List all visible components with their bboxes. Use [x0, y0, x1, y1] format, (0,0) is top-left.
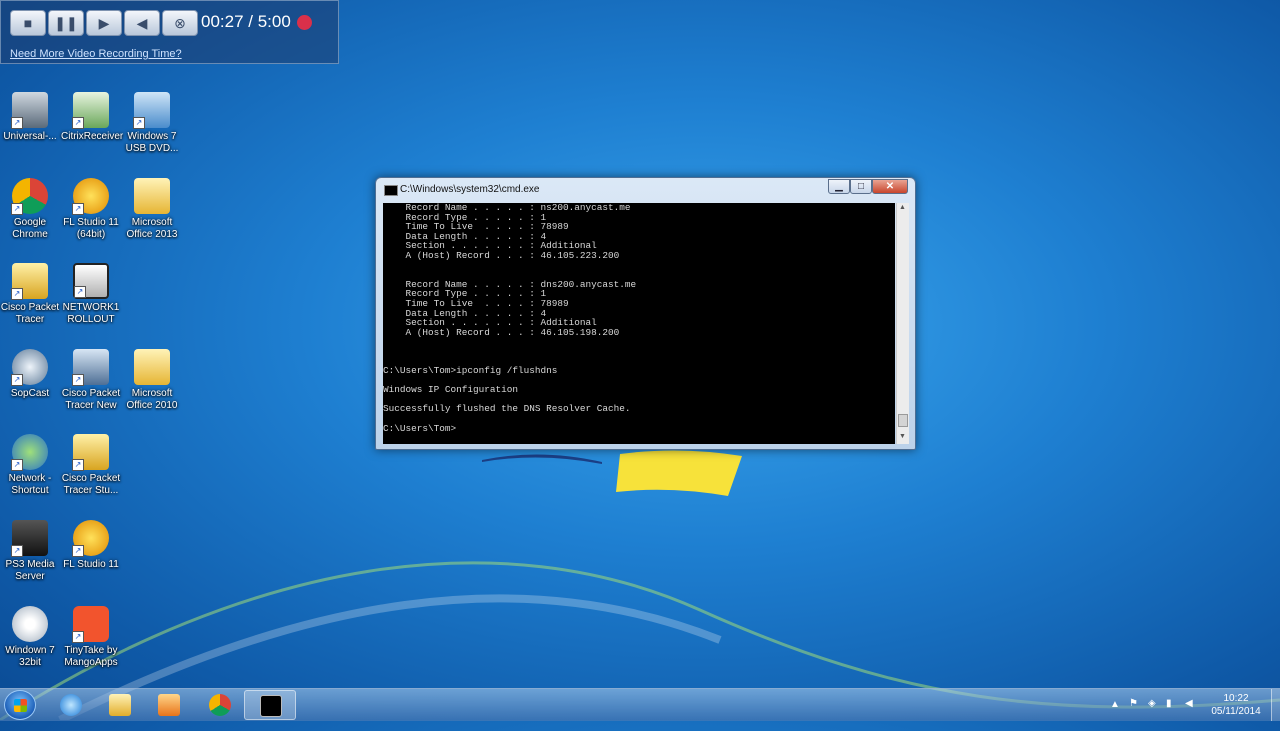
computer-icon: ↗	[11, 92, 48, 129]
taskbar-ie[interactable]	[45, 690, 97, 720]
desktop-icon-office-2010[interactable]: Microsoft Office 2010	[122, 349, 182, 412]
taskbar-media-player[interactable]	[143, 690, 195, 720]
desktop-icon-network-shortcut[interactable]: ↗ Network - Shortcut	[0, 434, 60, 497]
usb-dvd-icon: ↗	[133, 92, 170, 129]
network-icon: ↗	[11, 434, 48, 471]
tinytake-icon: ↗	[72, 606, 109, 643]
packet-tracer-icon: ↗	[11, 263, 48, 300]
desktop-icon-packet-tracer-student[interactable]: ↗ Cisco Packet Tracer Stu...	[61, 434, 121, 497]
scrollbar-thumb[interactable]	[898, 414, 908, 427]
desktop-icon-usb-dvd[interactable]: ↗ Windows 7 USB DVD...	[122, 92, 182, 155]
maximize-button[interactable]: □	[850, 179, 872, 194]
desktop-icon-office-2013[interactable]: Microsoft Office 2013	[122, 178, 182, 241]
console-line: Successfully flushed the DNS Resolver Ca…	[383, 403, 631, 415]
security-tray-icon[interactable]: ◈	[1148, 698, 1156, 730]
console-line: A (Host) Record . . . : 46.105.223.200	[383, 249, 620, 261]
cmd-window-icon	[384, 185, 398, 196]
taskbar: ▲ ⚑ ◈ ▮ ◀ 10:22 05/11/2014	[0, 688, 1280, 721]
desktop-icon-network1-rollout[interactable]: ↗ NETWORK1 ROLLOUT	[61, 263, 121, 326]
recorder-toolbar: ■ ❚❚ ▶ ◀ ⊗ 00:27 / 5:00 Need More Video …	[0, 0, 339, 64]
desktop-icon-packet-tracer[interactable]: ↗ Cisco Packet Tracer	[0, 263, 60, 326]
stop-icon[interactable]: ■	[10, 10, 46, 36]
recording-indicator	[297, 15, 312, 30]
packet-tracer-icon: ↗	[72, 434, 109, 471]
cmd-window-title: C:\Windows\system32\cmd.exe	[400, 184, 540, 195]
fl-studio-icon: ↗	[72, 178, 109, 215]
play-icon[interactable]: ▶	[86, 10, 122, 36]
ps3-icon: ↗	[11, 520, 48, 557]
packet-tracer-icon: ↗	[72, 349, 109, 386]
taskbar-clock[interactable]: 10:22 05/11/2014	[1204, 692, 1268, 718]
console-scrollbar[interactable]: ▲ ▼	[896, 203, 909, 444]
desktop-icon-fl-studio-64[interactable]: ↗ FL Studio 11 (64bit)	[61, 178, 121, 241]
desktop-icon-packet-tracer-new[interactable]: ↗ Cisco Packet Tracer New	[61, 349, 121, 412]
desktop-icon-fl-studio[interactable]: ↗ FL Studio 11	[61, 520, 121, 571]
flag-tray-icon[interactable]: ⚑	[1129, 698, 1138, 730]
desktop-icon-sopcast[interactable]: ↗ SopCast	[0, 349, 60, 400]
close-button[interactable]: ✕	[872, 179, 908, 194]
volume-icon[interactable]: ◀	[124, 10, 160, 36]
cancel-icon[interactable]: ⊗	[162, 10, 198, 36]
cmd-window[interactable]: C:\Windows\system32\cmd.exe ▁ □ ✕ Record…	[375, 177, 916, 450]
desktop-icon-windows7-32bit[interactable]: Windown 7 32bit	[0, 606, 60, 669]
taskbar-chrome[interactable]	[194, 690, 246, 720]
network-rollout-icon: ↗	[73, 263, 109, 299]
sopcast-icon: ↗	[11, 349, 48, 386]
recording-timer: 00:27 / 5:00	[201, 12, 291, 31]
scroll-down-icon[interactable]: ▼	[899, 433, 906, 440]
cmd-icon	[260, 695, 282, 717]
console-line: A (Host) Record . . . : 46.105.198.200	[383, 326, 620, 338]
more-time-link[interactable]: Need More Video Recording Time?	[10, 48, 182, 60]
ie-icon	[60, 694, 82, 716]
console-line: Windows IP Configuration	[383, 384, 519, 396]
media-player-icon	[158, 694, 180, 716]
chrome-icon	[209, 694, 231, 716]
citrix-icon: ↗	[72, 92, 109, 129]
folder-icon	[134, 349, 170, 385]
start-button[interactable]	[4, 690, 36, 720]
disc-icon	[12, 606, 48, 642]
network-tray-icon[interactable]: ▮	[1166, 698, 1172, 730]
console-line: C:\Users\Tom>	[383, 422, 457, 434]
show-hidden-icons[interactable]: ▲	[1110, 699, 1120, 731]
desktop-icon-universal[interactable]: ↗ Universal-...	[0, 92, 60, 143]
console-line: C:\Users\Tom>ipconfig /flushdns	[383, 365, 558, 377]
windows-logo-wallpaper	[480, 448, 750, 508]
scroll-up-icon[interactable]: ▲	[899, 204, 906, 211]
fl-studio-icon: ↗	[72, 520, 109, 557]
desktop-icon-tinytake[interactable]: ↗ TinyTake by MangoApps	[61, 606, 121, 669]
desktop-icon-citrix[interactable]: ↗ CitrixReceiver	[61, 92, 123, 143]
pause-icon[interactable]: ❚❚	[48, 10, 84, 36]
explorer-icon	[109, 694, 131, 716]
minimize-button[interactable]: ▁	[828, 179, 850, 194]
clock-date: 05/11/2014	[1211, 706, 1261, 717]
taskbar-cmd[interactable]	[244, 690, 296, 720]
show-desktop-button[interactable]	[1271, 689, 1280, 721]
folder-icon	[134, 178, 170, 214]
clock-time: 10:22	[1223, 693, 1249, 704]
desktop-icon-chrome[interactable]: ↗ Google Chrome	[0, 178, 60, 241]
volume-tray-icon[interactable]: ◀	[1185, 698, 1193, 730]
desktop-icon-ps3-media-server[interactable]: ↗ PS3 Media Server	[0, 520, 60, 583]
chrome-icon: ↗	[11, 178, 48, 215]
console-output[interactable]: Record Name . . . . . : ns200.anycast.me…	[383, 203, 895, 444]
taskbar-explorer[interactable]	[94, 690, 146, 720]
windows-flag-icon	[14, 699, 27, 712]
